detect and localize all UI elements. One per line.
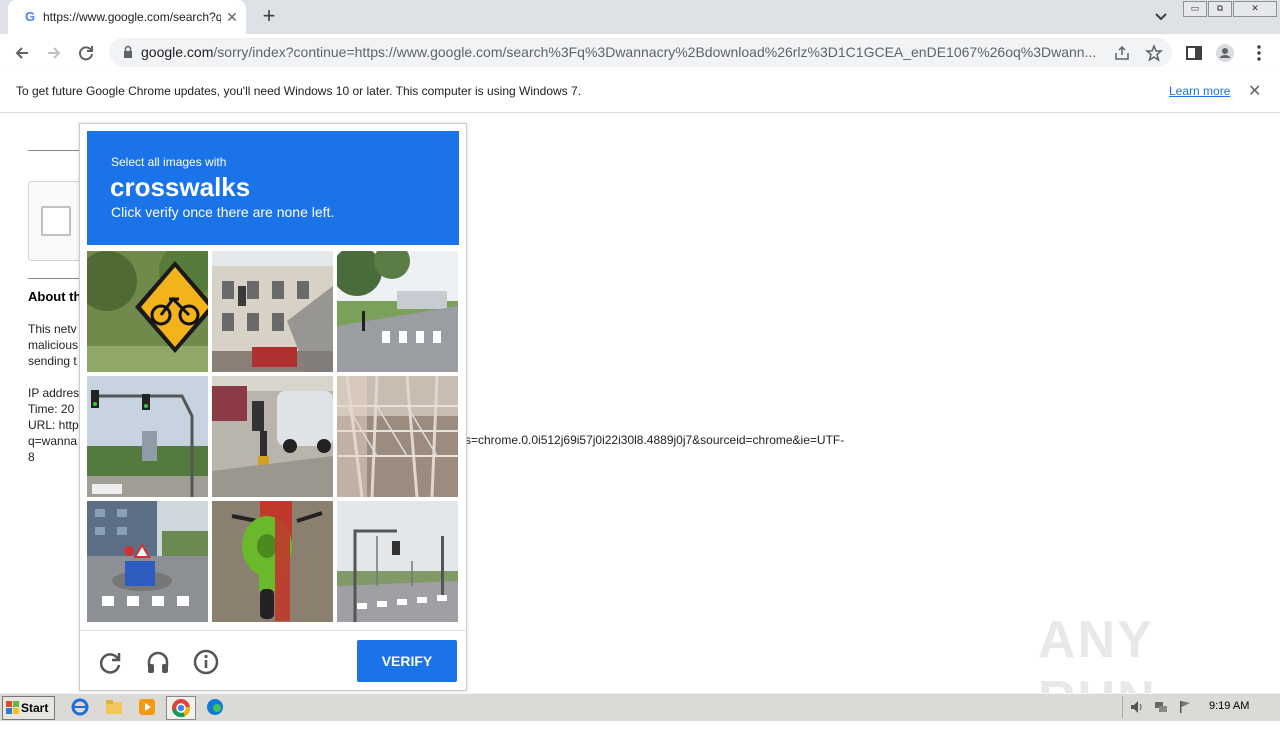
about-heading: About th — [28, 289, 80, 304]
captcha-tile-power-lines[interactable] — [337, 376, 458, 497]
start-label: Start — [21, 701, 49, 715]
captcha-tile-green-scooter[interactable] — [212, 501, 333, 622]
bookmark-star-icon[interactable] — [1145, 44, 1163, 62]
page-text-line: Time: 20 — [28, 402, 75, 416]
volume-icon[interactable] — [1129, 700, 1145, 714]
page-text-line: URL: http — [28, 418, 79, 432]
tab-close-icon[interactable]: ✕ — [224, 9, 240, 25]
infobar-message: To get future Google Chrome updates, you… — [16, 84, 582, 98]
network-icon[interactable] — [1153, 700, 1169, 714]
page-text-line: 8 — [28, 450, 35, 464]
file-explorer-icon[interactable] — [104, 697, 124, 717]
reload-challenge-icon[interactable] — [96, 648, 124, 676]
captcha-hint: Click verify once there are none left. — [111, 204, 335, 220]
page-text-line: This netv — [28, 322, 77, 336]
captcha-tile-building[interactable] — [212, 251, 333, 372]
learn-more-link[interactable]: Learn more — [1169, 84, 1230, 98]
recaptcha-widget — [28, 181, 82, 261]
page-text-line: q=wanna — [28, 434, 78, 448]
tab-search-chevron-icon[interactable] — [1152, 8, 1170, 26]
tab-title: https://www.google.com/search?q= — [43, 10, 221, 24]
captcha-instruction: Select all images with — [111, 155, 227, 169]
chrome-icon — [172, 699, 191, 718]
captcha-header: Select all images with crosswalks Click … — [87, 131, 459, 245]
captcha-challenge: Select all images with crosswalks Click … — [79, 123, 467, 691]
captcha-tile-parked-cars[interactable] — [212, 376, 333, 497]
new-tab-button[interactable]: + — [258, 5, 280, 28]
action-center-flag-icon[interactable] — [1177, 700, 1193, 714]
captcha-tile-road-crosswalk[interactable] — [337, 501, 458, 622]
captcha-tile-roundabout-crosswalk[interactable] — [87, 501, 208, 622]
restore-button[interactable]: ⧉ — [1208, 1, 1232, 17]
minimize-button[interactable]: ▭ — [1183, 1, 1207, 17]
taskbar-clock[interactable]: 9:19 AM — [1209, 700, 1249, 712]
divider — [28, 278, 80, 279]
captcha-tile-bicycle-sign[interactable] — [87, 251, 208, 372]
edge-icon[interactable] — [205, 697, 225, 717]
page-text-line: IP addres — [28, 386, 80, 400]
browser-tab[interactable]: G https://www.google.com/search?q= ✕ — [8, 0, 246, 34]
profile-avatar-icon[interactable] — [1215, 43, 1235, 63]
forward-arrow-icon[interactable] — [44, 43, 64, 63]
address-bar[interactable]: google.com/sorry/index?continue=https://… — [109, 38, 1172, 67]
divider — [28, 150, 80, 151]
internet-explorer-icon[interactable] — [70, 697, 90, 717]
reload-icon[interactable] — [76, 43, 96, 63]
media-player-icon[interactable] — [137, 697, 157, 717]
start-button[interactable]: Start — [2, 696, 55, 720]
url-text[interactable]: google.com/sorry/index?continue=https://… — [141, 44, 1106, 62]
captcha-footer: VERIFY — [80, 630, 466, 691]
side-panel-icon[interactable] — [1184, 43, 1204, 63]
infobar-close-icon[interactable]: ✕ — [1248, 81, 1261, 101]
windows-taskbar: Start 9:19 AM — [0, 693, 1280, 721]
verify-button[interactable]: VERIFY — [357, 640, 457, 682]
page-text-line: malicious — [28, 338, 79, 352]
captcha-tile-crosswalk-park[interactable] — [337, 251, 458, 372]
recaptcha-checkbox[interactable] — [41, 206, 71, 236]
info-icon[interactable] — [192, 648, 220, 676]
page-url-tail: s=chrome.0.0i512j69i57j0i22i30l8.4889j0j… — [465, 433, 845, 447]
lock-icon[interactable] — [121, 45, 135, 59]
update-infobar: To get future Google Chrome updates, you… — [0, 71, 1280, 113]
close-window-button[interactable]: ✕ — [1233, 1, 1277, 17]
windows-flag-icon — [6, 701, 19, 714]
captcha-target: crosswalks — [110, 172, 251, 202]
back-arrow-icon[interactable] — [12, 43, 32, 63]
browser-toolbar: google.com/sorry/index?continue=https://… — [0, 34, 1280, 72]
page-text-line: sending t — [28, 354, 77, 368]
captcha-image-grid — [87, 251, 459, 623]
system-tray: 9:19 AM — [1122, 696, 1279, 718]
google-favicon-icon: G — [24, 9, 36, 24]
share-icon[interactable] — [1113, 44, 1131, 62]
captcha-tile-traffic-lights[interactable] — [87, 376, 208, 497]
chrome-taskbar-button[interactable] — [166, 696, 196, 720]
kebab-menu-icon[interactable] — [1249, 43, 1269, 63]
tab-strip: G https://www.google.com/search?q= ✕ + ▭… — [0, 0, 1280, 34]
audio-challenge-headphones-icon[interactable] — [144, 648, 172, 676]
